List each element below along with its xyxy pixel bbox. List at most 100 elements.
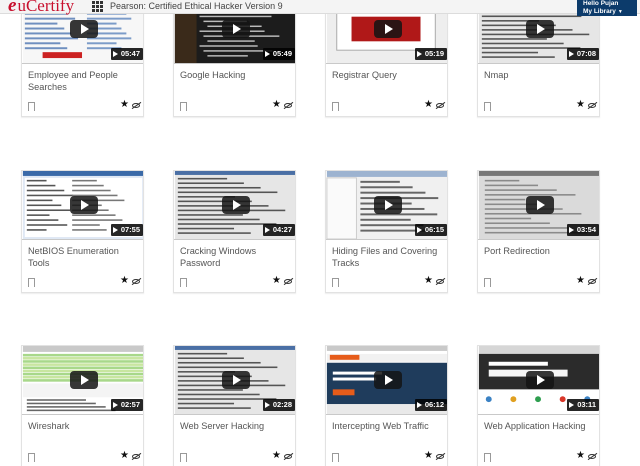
bookmark-icon[interactable] <box>28 453 35 463</box>
video-card[interactable]: 06:15 Hiding Files and Covering Tracks ★ <box>325 170 448 293</box>
video-title[interactable]: Wireshark <box>28 421 140 433</box>
ucertify-logo[interactable]: e uCertify <box>8 0 75 15</box>
course-title: Pearson: Certified Ethical Hacker Versio… <box>110 1 283 11</box>
star-icon[interactable]: ★ <box>272 100 281 110</box>
video-card[interactable]: 02:57 Wireshark ★ <box>21 345 144 466</box>
video-duration-badge: 06:15 <box>414 224 447 236</box>
play-small-icon <box>264 227 270 233</box>
play-icon[interactable] <box>221 20 250 38</box>
eye-slash-icon[interactable] <box>588 454 596 459</box>
bookmark-icon[interactable] <box>332 453 339 463</box>
eye-slash-icon[interactable] <box>132 454 140 459</box>
play-icon[interactable] <box>525 371 554 389</box>
play-small-icon <box>568 227 574 233</box>
video-thumbnail[interactable]: 02:57 <box>22 346 143 415</box>
video-title[interactable]: Registrar Query <box>332 70 444 82</box>
star-icon[interactable]: ★ <box>424 100 433 110</box>
video-title[interactable]: Cracking Windows Password <box>180 246 292 269</box>
play-icon[interactable] <box>221 371 250 389</box>
video-card[interactable]: 06:12 Intercepting Web Traffic ★ <box>325 345 448 466</box>
video-title[interactable]: Nmap <box>484 70 596 82</box>
eye-slash-icon[interactable] <box>284 279 292 284</box>
video-duration: 03:54 <box>576 225 596 234</box>
star-icon[interactable]: ★ <box>576 100 585 110</box>
star-icon[interactable]: ★ <box>424 451 433 461</box>
logo-text: uCertify <box>17 0 75 15</box>
bookmark-icon[interactable] <box>28 102 35 112</box>
user-greeting: Hello Pujan <box>583 0 619 7</box>
star-icon[interactable]: ★ <box>272 451 281 461</box>
video-thumbnail[interactable]: 06:15 <box>326 171 447 240</box>
video-duration-badge: 07:08 <box>566 48 599 60</box>
video-card[interactable]: 04:27 Cracking Windows Password ★ <box>173 170 296 293</box>
play-icon[interactable] <box>373 20 402 38</box>
bookmark-icon[interactable] <box>180 453 187 463</box>
play-icon[interactable] <box>69 371 98 389</box>
eye-slash-icon[interactable] <box>284 454 292 459</box>
star-icon[interactable]: ★ <box>120 276 129 286</box>
bookmark-icon[interactable] <box>28 278 35 288</box>
video-title[interactable]: Port Redirection <box>484 246 596 258</box>
video-card[interactable]: 02:28 Web Server Hacking ★ <box>173 345 296 466</box>
video-thumbnail[interactable]: 04:27 <box>174 171 295 240</box>
play-icon[interactable] <box>373 371 402 389</box>
play-small-icon <box>112 402 118 408</box>
eye-slash-icon[interactable] <box>436 279 444 284</box>
play-icon[interactable] <box>69 20 98 38</box>
video-card[interactable]: 05:47 Employee and People Searches ★ <box>21 0 144 117</box>
bookmark-icon[interactable] <box>332 102 339 112</box>
video-card[interactable]: 03:11 Web Application Hacking ★ <box>477 345 600 466</box>
grid-icon[interactable] <box>92 1 103 12</box>
eye-slash-icon[interactable] <box>132 103 140 108</box>
video-card[interactable]: 03:54 Port Redirection ★ <box>477 170 600 293</box>
eye-slash-icon[interactable] <box>132 279 140 284</box>
star-icon[interactable]: ★ <box>424 276 433 286</box>
video-title[interactable]: Google Hacking <box>180 70 292 82</box>
video-duration-badge: 06:12 <box>414 399 447 411</box>
eye-slash-icon[interactable] <box>588 279 596 284</box>
video-card[interactable]: 07:55 NetBIOS Enumeration Tools ★ <box>21 170 144 293</box>
play-small-icon <box>264 402 270 408</box>
bookmark-icon[interactable] <box>332 278 339 288</box>
eye-slash-icon[interactable] <box>284 103 292 108</box>
play-icon[interactable] <box>69 196 98 214</box>
video-title[interactable]: Employee and People Searches <box>28 70 140 93</box>
video-duration: 07:55 <box>120 225 140 234</box>
video-thumbnail[interactable]: 03:54 <box>478 171 599 240</box>
video-title[interactable]: Hiding Files and Covering Tracks <box>332 246 444 269</box>
video-card[interactable]: 07:08 Nmap ★ <box>477 0 600 117</box>
video-title[interactable]: Intercepting Web Traffic <box>332 421 444 433</box>
video-duration: 06:15 <box>424 225 444 234</box>
star-icon[interactable]: ★ <box>120 451 129 461</box>
play-icon[interactable] <box>373 196 402 214</box>
star-icon[interactable]: ★ <box>120 100 129 110</box>
video-card[interactable]: 05:19 Registrar Query ★ <box>325 0 448 117</box>
play-icon[interactable] <box>525 20 554 38</box>
video-thumbnail[interactable]: 03:11 <box>478 346 599 415</box>
bookmark-icon[interactable] <box>180 102 187 112</box>
video-duration: 02:28 <box>272 400 292 409</box>
video-title[interactable]: NetBIOS Enumeration Tools <box>28 246 140 269</box>
video-thumbnail[interactable]: 07:55 <box>22 171 143 240</box>
play-small-icon <box>112 227 118 233</box>
play-small-icon <box>416 402 422 408</box>
eye-slash-icon[interactable] <box>436 454 444 459</box>
bookmark-icon[interactable] <box>484 278 491 288</box>
star-icon[interactable]: ★ <box>576 276 585 286</box>
video-card[interactable]: 05:49 Google Hacking ★ <box>173 0 296 117</box>
bookmark-icon[interactable] <box>484 453 491 463</box>
top-navigation-bar: e uCertify Pearson: Certified Ethical Hac… <box>0 0 640 16</box>
star-icon[interactable]: ★ <box>576 451 585 461</box>
star-icon[interactable]: ★ <box>272 276 281 286</box>
bookmark-icon[interactable] <box>180 278 187 288</box>
bookmark-icon[interactable] <box>484 102 491 112</box>
video-thumbnail[interactable]: 06:12 <box>326 346 447 415</box>
user-menu-button[interactable]: Hello Pujan My Library ▼ <box>577 0 637 16</box>
play-icon[interactable] <box>221 196 250 214</box>
video-thumbnail[interactable]: 02:28 <box>174 346 295 415</box>
eye-slash-icon[interactable] <box>588 103 596 108</box>
play-icon[interactable] <box>525 196 554 214</box>
video-title[interactable]: Web Application Hacking <box>484 421 596 433</box>
video-title[interactable]: Web Server Hacking <box>180 421 292 433</box>
eye-slash-icon[interactable] <box>436 103 444 108</box>
